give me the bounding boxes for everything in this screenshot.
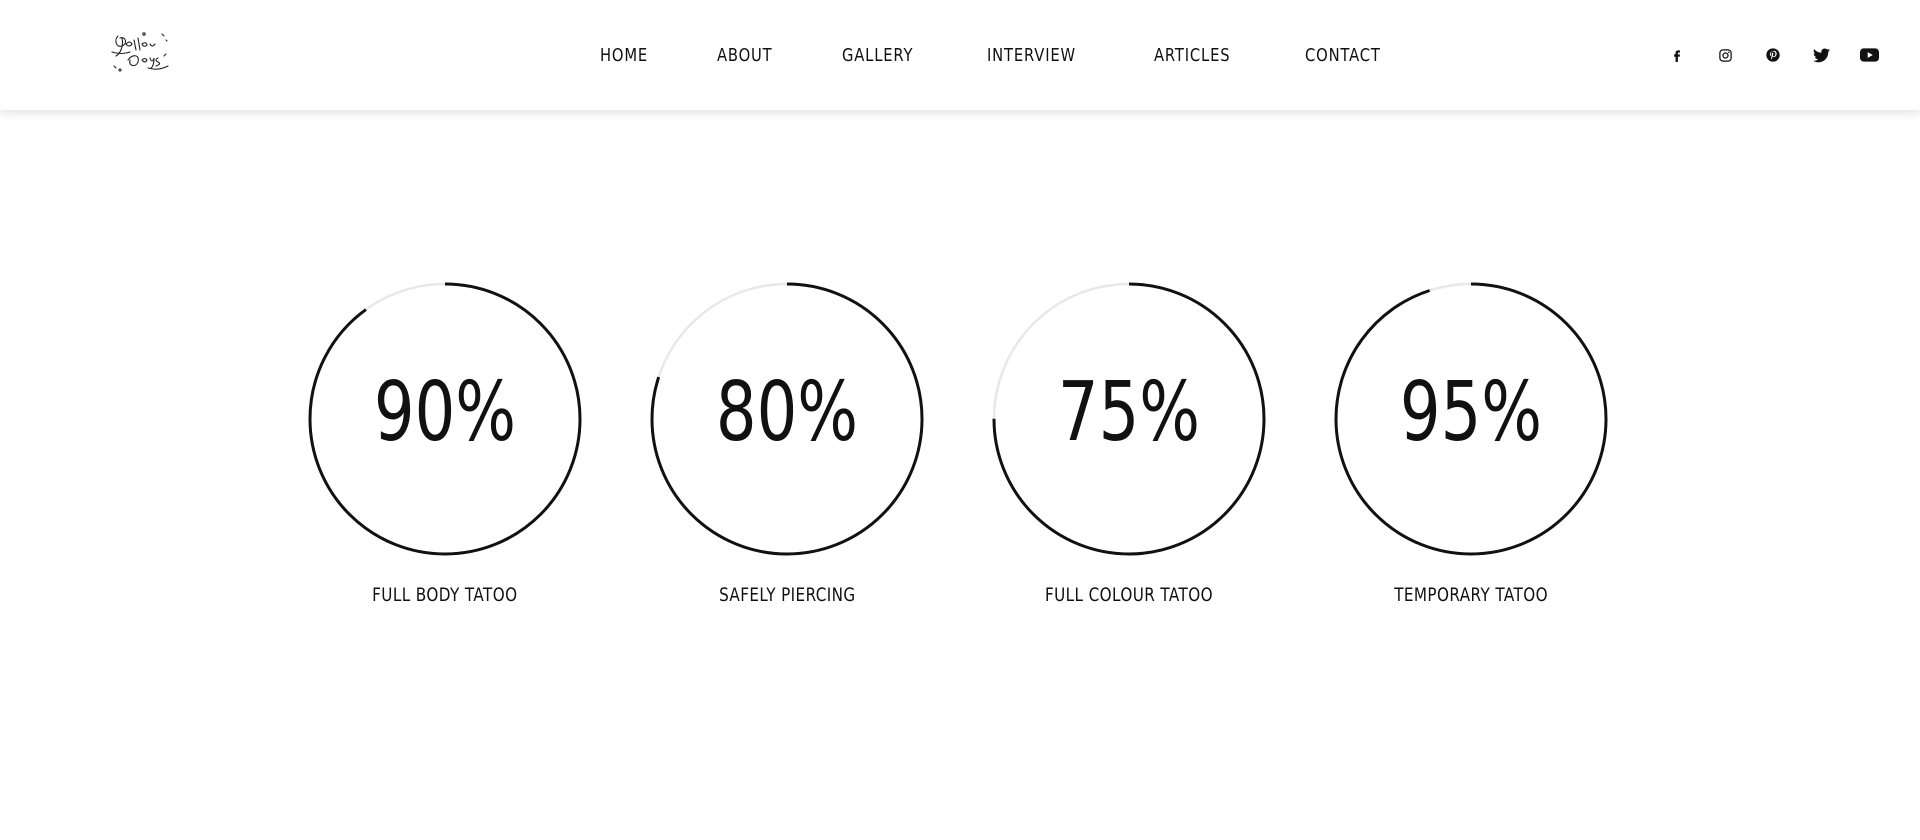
main-nav: HOME ABOUT GALLERY INTERVIEW ARTICLES CO… [600, 0, 1397, 110]
nav-gallery[interactable]: GALLERY [842, 45, 913, 66]
skill-item: 80% SAFELY PIERCING [650, 282, 924, 606]
youtube-icon [1859, 48, 1879, 62]
nav-about[interactable]: ABOUT [717, 45, 773, 66]
skill-label: SAFELY PIERCING [718, 584, 856, 606]
nav-contact[interactable]: CONTACT [1305, 45, 1381, 66]
facebook-icon [1674, 50, 1680, 62]
instagram-link[interactable] [1714, 44, 1736, 66]
site-header: HOME ABOUT GALLERY INTERVIEW ARTICLES CO… [0, 0, 1920, 110]
nav-home[interactable]: HOME [600, 45, 648, 66]
skill-percent: 90% [373, 364, 517, 460]
better-days-logo-icon [111, 32, 169, 72]
youtube-link[interactable] [1858, 44, 1880, 66]
progress-ring: 90% [308, 282, 582, 556]
twitter-link[interactable] [1810, 44, 1832, 66]
skill-percent: 80% [715, 364, 859, 460]
social-links [1666, 0, 1880, 110]
skill-label: TEMPORARY TATOO [1394, 584, 1548, 606]
skill-item: 95% TEMPORARY TATOO [1334, 282, 1608, 606]
progress-ring: 95% [1334, 282, 1608, 556]
skill-percent: 75% [1057, 364, 1201, 460]
twitter-icon [1812, 47, 1830, 62]
skill-label: FULL BODY TATOO [372, 584, 518, 606]
nav-articles[interactable]: ARTICLES [1154, 45, 1230, 66]
instagram-icon [1718, 48, 1732, 62]
skills-section: 90% FULL BODY TATOO 80% SAFELY PIERCING … [308, 282, 1608, 606]
site-logo[interactable] [104, 26, 176, 78]
skill-item: 90% FULL BODY TATOO [308, 282, 582, 606]
skill-percent: 95% [1399, 364, 1543, 460]
skill-label: FULL COLOUR TATOO [1045, 584, 1213, 606]
progress-ring: 75% [992, 282, 1266, 556]
facebook-link[interactable] [1666, 44, 1688, 66]
nav-interview[interactable]: INTERVIEW [987, 45, 1076, 66]
skill-item: 75% FULL COLOUR TATOO [992, 282, 1266, 606]
progress-ring: 80% [650, 282, 924, 556]
pinterest-link[interactable] [1762, 44, 1784, 66]
pinterest-icon [1766, 48, 1780, 62]
